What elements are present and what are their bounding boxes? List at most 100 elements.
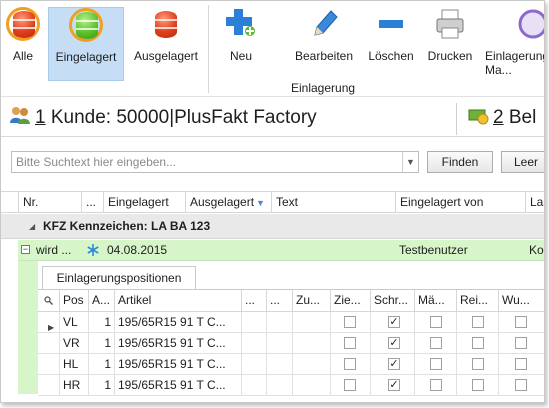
- col-nr[interactable]: Nr.: [18, 192, 81, 213]
- col-zie[interactable]: Zie...: [330, 290, 370, 311]
- current-row-icon: ▶: [48, 323, 55, 332]
- checkbox-schr[interactable]: ✓: [388, 379, 400, 391]
- customer-tabs: 1 Kunde: 50000|PlusFakt Factory 2 Bel: [1, 101, 544, 137]
- checkbox-wu[interactable]: [515, 379, 527, 391]
- checkbox-zie[interactable]: [344, 379, 356, 391]
- row-artikel: 195/65R15 91 T C...: [114, 375, 241, 395]
- col-more-1[interactable]: ...: [241, 290, 266, 311]
- app-window: Alle Eingelagert Ausgelagert Neu Bearbei…: [0, 0, 545, 403]
- col-schr[interactable]: Schr...: [370, 290, 414, 311]
- collapse-triangle-icon[interactable]: ◢: [29, 222, 35, 231]
- col-rei[interactable]: Rei...: [456, 290, 498, 311]
- row-anzahl: 1: [88, 354, 114, 374]
- table-row[interactable]: − wird ... 04.08.2015 Testbenutzer Ko: [18, 240, 544, 261]
- col-text[interactable]: Text: [271, 192, 395, 213]
- group-row[interactable]: ◢ KFZ Kennzeichen: LA BA 123: [1, 214, 544, 239]
- money-icon: [468, 109, 489, 125]
- filter-icon[interactable]: ▼: [256, 198, 265, 208]
- edit-button[interactable]: Bearbeiten: [289, 7, 359, 81]
- col-zu[interactable]: Zu...: [292, 290, 330, 311]
- checkbox-wu[interactable]: [515, 316, 527, 328]
- checkbox-schr[interactable]: ✓: [388, 358, 400, 370]
- col-anzahl[interactable]: A...: [88, 290, 114, 311]
- row-eingelagert-von: Testbenutzer: [399, 243, 468, 257]
- checkbox-mae[interactable]: [430, 358, 442, 370]
- checkbox-mae[interactable]: [430, 379, 442, 391]
- checkbox-schr[interactable]: ✓: [388, 316, 400, 328]
- col-ausgelagert-label: Ausgelagert: [190, 195, 255, 209]
- storage-grid: Nr. ... Eingelagert Ausgelagert ▼ Text Ei…: [1, 191, 544, 402]
- detail-panel: Einlagerungspositionen Pos A... Artikel …: [38, 266, 544, 399]
- print-label: Drucken: [427, 49, 473, 63]
- grid-header: Nr. ... Eingelagert Ausgelagert ▼ Text Ei…: [1, 191, 544, 213]
- new-button[interactable]: Neu: [219, 7, 263, 81]
- checkbox-schr[interactable]: ✓: [388, 337, 400, 349]
- edit-label: Bearbeiten: [294, 49, 354, 63]
- customer-tab-2[interactable]: 2 Bel: [493, 107, 536, 129]
- customer-tab-1[interactable]: 1 Kunde: 50000|PlusFakt Factory: [35, 107, 317, 129]
- collapse-icon[interactable]: −: [21, 245, 30, 254]
- find-button[interactable]: Finden: [427, 151, 493, 173]
- tab-einlagerungspositionen[interactable]: Einlagerungspositionen: [42, 266, 196, 290]
- row-anzahl: 1: [88, 375, 114, 395]
- checkbox-mae[interactable]: [430, 316, 442, 328]
- checkbox-rei[interactable]: [472, 379, 484, 391]
- filter-all-label: Alle: [12, 49, 33, 63]
- customer-tab-1-text: Kunde: 50000|PlusFakt Factory: [45, 107, 317, 128]
- group-title: KFZ Kennzeichen: LA BA 123: [43, 219, 211, 233]
- row-artikel: 195/65R15 91 T C...: [114, 333, 241, 353]
- customer-tab-2-number: 2: [493, 107, 504, 128]
- checkbox-rei[interactable]: [472, 337, 484, 349]
- delete-button[interactable]: Löschen: [365, 7, 417, 81]
- table-row[interactable]: VR 1 195/65R15 91 T C... ✓: [38, 333, 544, 354]
- col-artikel[interactable]: Artikel: [114, 290, 241, 311]
- checkbox-zie[interactable]: [344, 337, 356, 349]
- row-anzahl: 1: [88, 333, 114, 353]
- detail-indent: [18, 261, 38, 394]
- row-pos: HL: [59, 354, 88, 374]
- search-icon[interactable]: [38, 290, 59, 311]
- col-ausgelagert[interactable]: Ausgelagert ▼: [185, 192, 271, 213]
- row-anzahl: 1: [88, 312, 114, 332]
- filter-removed-button[interactable]: Ausgelagert: [129, 7, 203, 81]
- table-row[interactable]: HL 1 195/65R15 91 T C... ✓: [38, 354, 544, 375]
- table-row[interactable]: HR 1 195/65R15 91 T C... ✓: [38, 375, 544, 396]
- storage-icon: [518, 9, 544, 39]
- table-row[interactable]: ▶ VL 1 195/65R15 91 T C... ✓: [38, 312, 544, 333]
- storage-button[interactable]: Einlagerungs Ma...: [483, 7, 544, 81]
- checkbox-wu[interactable]: [515, 337, 527, 349]
- detail-header: Pos A... Artikel ... ... Zu... Zie... Sc…: [38, 290, 544, 312]
- customer-tab-2-text: Bel: [503, 107, 537, 128]
- checkbox-rei[interactable]: [472, 358, 484, 370]
- row-pos: HR: [59, 375, 88, 395]
- checkbox-rei[interactable]: [472, 316, 484, 328]
- search-input[interactable]: [12, 152, 400, 172]
- new-label: Neu: [229, 49, 252, 63]
- checkbox-zie[interactable]: [344, 358, 356, 370]
- col-lager[interactable]: La: [525, 192, 544, 213]
- checkbox-mae[interactable]: [430, 337, 442, 349]
- customer-tab-1-number: 1: [35, 107, 46, 128]
- minus-icon: [379, 20, 403, 28]
- search-box: ▼: [11, 151, 419, 173]
- filter-stored-label: Eingelagert: [55, 50, 117, 64]
- row-lager: Ko: [529, 243, 544, 257]
- row-artikel: 195/65R15 91 T C...: [114, 312, 241, 332]
- checkbox-wu[interactable]: [515, 358, 527, 370]
- print-button[interactable]: Drucken: [423, 7, 477, 81]
- pencil-icon: [314, 10, 338, 36]
- customer-tab-separator: [456, 103, 457, 135]
- clear-button[interactable]: Leer: [501, 151, 544, 173]
- chevron-down-icon[interactable]: ▼: [402, 152, 418, 172]
- col-wu[interactable]: Wu...: [498, 290, 544, 311]
- col-more-2[interactable]: ...: [266, 290, 292, 311]
- delete-label: Löschen: [368, 49, 414, 63]
- col-eingelagert[interactable]: Eingelagert: [103, 192, 185, 213]
- col-pos[interactable]: Pos: [59, 290, 88, 311]
- filter-all-button[interactable]: Alle: [3, 7, 43, 81]
- col-mae[interactable]: Mä...: [414, 290, 456, 311]
- col-eingelagert-von[interactable]: Eingelagert von: [395, 192, 525, 213]
- col-more[interactable]: ...: [81, 192, 103, 213]
- filter-stored-button[interactable]: Eingelagert: [48, 7, 124, 81]
- checkbox-zie[interactable]: [344, 316, 356, 328]
